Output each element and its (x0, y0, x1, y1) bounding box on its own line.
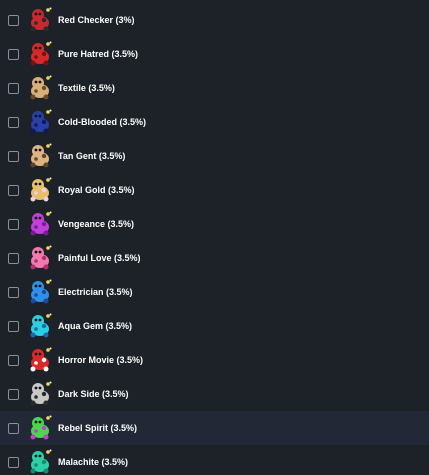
list-item-label: Malachite (3.5%) (58, 457, 129, 467)
list-item[interactable]: Electrician (3.5%) (0, 275, 429, 309)
checkbox[interactable] (8, 184, 19, 196)
tan-gent-icon (30, 143, 52, 168)
checkbox[interactable] (8, 48, 19, 60)
painful-love-icon (30, 245, 52, 270)
red-checker-icon (30, 7, 52, 32)
list-item-label: Aqua Gem (3.5%) (58, 321, 133, 331)
list-item-label: Textile (3.5%) (58, 83, 115, 93)
list-item-label: Pure Hatred (3.5%) (58, 49, 139, 59)
checkbox[interactable] (8, 218, 19, 230)
checkbox[interactable] (8, 82, 19, 94)
list-item[interactable]: Painful Love (3.5%) (0, 241, 429, 275)
dark-side-icon (30, 381, 52, 406)
aqua-gem-icon (30, 313, 52, 338)
list-item-label: Electrician (3.5%) (58, 287, 133, 297)
list-item[interactable]: Vengeance (3.5%) (0, 207, 429, 241)
list-item[interactable]: Pure Hatred (3.5%) (0, 37, 429, 71)
list-item[interactable]: Red Checker (3%) (0, 3, 429, 37)
list-item-label: Cold-Blooded (3.5%) (58, 117, 146, 127)
checkbox[interactable] (8, 354, 19, 366)
list-item[interactable]: Royal Gold (3.5%) (0, 173, 429, 207)
list-item[interactable]: Horror Movie (3.5%) (0, 343, 429, 377)
royal-gold-icon (30, 177, 52, 202)
list-item-label: Rebel Spirit (3.5%) (58, 423, 138, 433)
trait-filter-list: Red Checker (3%) Pure Hatred (3.5%) Textil… (0, 0, 429, 475)
electrician-icon (30, 279, 52, 304)
checkbox[interactable] (8, 320, 19, 332)
checkbox[interactable] (8, 456, 19, 468)
checkbox[interactable] (8, 150, 19, 162)
textile-icon (30, 75, 52, 100)
list-item-label: Horror Movie (3.5%) (58, 355, 144, 365)
rebel-spirit-icon (30, 415, 52, 440)
list-item[interactable]: Tan Gent (3.5%) (0, 139, 429, 173)
vengeance-icon (30, 211, 52, 236)
list-item-label: Vengeance (3.5%) (58, 219, 135, 229)
checkbox[interactable] (8, 14, 19, 26)
cold-blooded-icon (30, 109, 52, 134)
list-item[interactable]: Malachite (3.5%) (0, 445, 429, 475)
list-item-label: Dark Side (3.5%) (58, 389, 129, 399)
horror-movie-icon (30, 347, 52, 372)
list-item-label: Painful Love (3.5%) (58, 253, 141, 263)
checkbox[interactable] (8, 252, 19, 264)
list-item[interactable]: Dark Side (3.5%) (0, 377, 429, 411)
list-item[interactable]: Cold-Blooded (3.5%) (0, 105, 429, 139)
checkbox[interactable] (8, 388, 19, 400)
malachite-icon (30, 449, 52, 474)
checkbox[interactable] (8, 116, 19, 128)
list-item-label: Red Checker (3%) (58, 15, 135, 25)
pure-hatred-icon (30, 41, 52, 66)
list-item-label: Tan Gent (3.5%) (58, 151, 126, 161)
list-item[interactable]: Aqua Gem (3.5%) (0, 309, 429, 343)
list-item[interactable]: Rebel Spirit (3.5%) (0, 411, 429, 445)
checkbox[interactable] (8, 422, 19, 434)
list-item-label: Royal Gold (3.5%) (58, 185, 135, 195)
list-item[interactable]: Textile (3.5%) (0, 71, 429, 105)
checkbox[interactable] (8, 286, 19, 298)
